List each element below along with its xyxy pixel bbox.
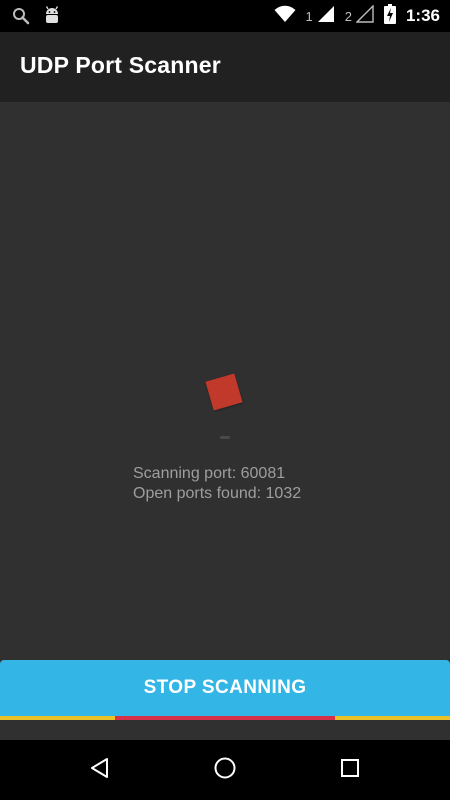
status-left-icons	[12, 6, 60, 31]
navigation-bar	[0, 740, 450, 800]
signal-empty-icon	[355, 3, 374, 28]
signal-icon	[317, 5, 335, 28]
home-button[interactable]	[209, 754, 241, 786]
status-clock: 1:36	[405, 6, 440, 25]
status-right-icons: 1 2 1:36	[274, 3, 440, 29]
stop-scanning-button[interactable]: STOP SCANNING	[0, 660, 450, 716]
back-icon	[88, 756, 112, 785]
search-icon	[12, 7, 30, 30]
recents-icon	[338, 756, 362, 785]
scan-content: Scanning port: 60081 Open ports found: 1…	[0, 102, 450, 660]
home-icon	[213, 756, 237, 785]
battery-charging-icon	[383, 3, 396, 29]
sim1-label: 1	[305, 8, 313, 24]
android-debug-icon	[44, 6, 60, 31]
status-bar: 1 2 1:36	[0, 0, 450, 32]
back-button[interactable]	[84, 754, 116, 786]
scanning-port-text: Scanning port: 60081	[133, 465, 286, 482]
loading-spinner	[205, 373, 243, 411]
wifi-icon	[274, 5, 296, 28]
scan-status: Scanning port: 60081 Open ports found: 1…	[133, 464, 301, 504]
sim2-label: 2	[344, 8, 352, 24]
loading-spinner-shadow	[220, 436, 230, 439]
page-title: UDP Port Scanner	[20, 52, 221, 78]
bottom-strip	[0, 720, 450, 740]
open-ports-text: Open ports found: 1032	[133, 485, 302, 502]
recents-button[interactable]	[334, 754, 366, 786]
app-bar: UDP Port Scanner	[0, 32, 450, 102]
